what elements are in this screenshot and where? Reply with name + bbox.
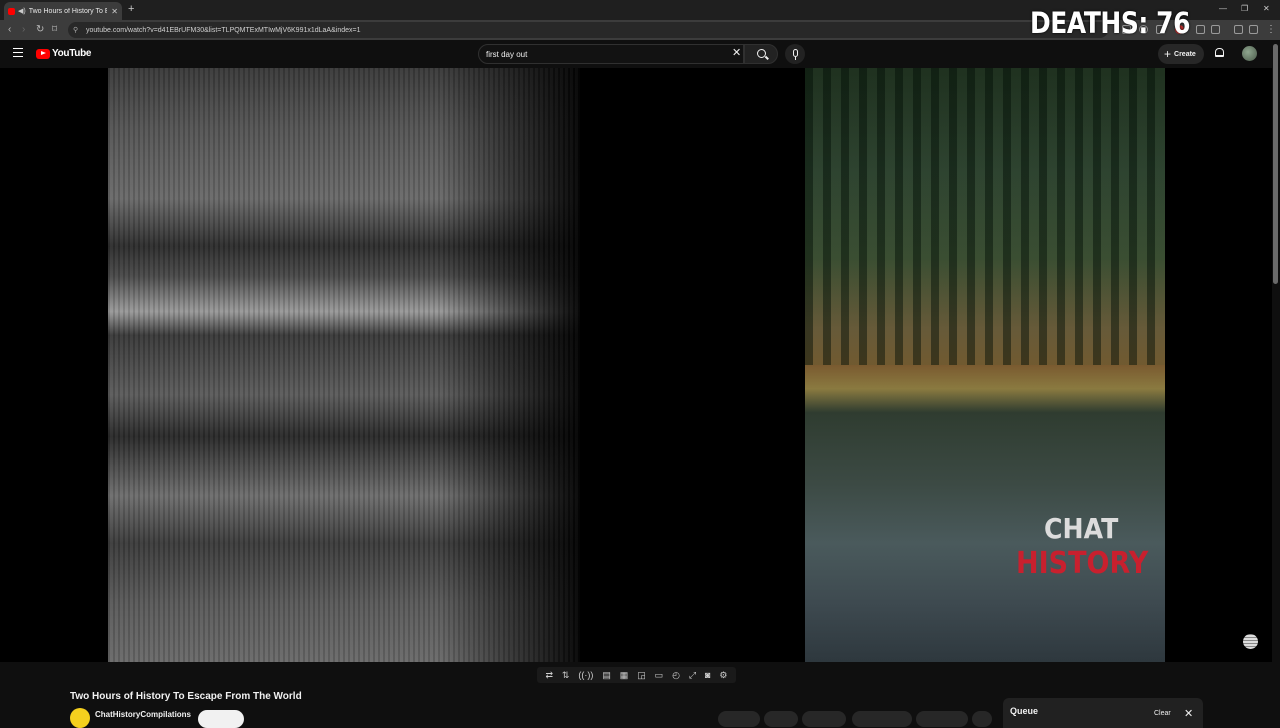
queue-panel: Queue Clear ✕ — [1003, 698, 1203, 728]
youtube-favicon-icon — [8, 7, 15, 15]
close-tab-icon[interactable]: ✕ — [111, 7, 118, 16]
search-input[interactable]: first day out — [478, 44, 744, 64]
sidebar-icon[interactable] — [1249, 25, 1258, 34]
camera-icon[interactable]: ◙ — [705, 670, 710, 680]
queue-clear-button[interactable]: Clear — [1154, 710, 1171, 717]
youtube-logo[interactable]: YouTube — [36, 48, 92, 59]
channel-name[interactable]: ChatHistoryCompilations — [95, 710, 191, 719]
plus-icon: + — [1164, 47, 1172, 61]
loop-icon[interactable]: ⇄ — [545, 670, 553, 680]
floating-extension-button[interactable] — [1243, 634, 1258, 649]
share-button[interactable] — [802, 711, 846, 727]
queue-title: Queue — [1010, 706, 1039, 716]
download-button[interactable] — [852, 711, 912, 727]
browser-tab[interactable]: ◀) Two Hours of History To Escape From T… — [4, 2, 122, 20]
notifications-bell-icon[interactable] — [1215, 48, 1224, 57]
speed-icon[interactable]: ⇅ — [562, 670, 570, 680]
new-tab-icon[interactable]: + — [128, 3, 134, 15]
deaths-counter-overlay: DEATHS: 76 — [1030, 6, 1191, 40]
picture-in-picture-icon[interactable]: ◲ — [637, 670, 646, 680]
create-button[interactable]: + Create — [1158, 44, 1204, 64]
restore-icon[interactable]: ❐ — [1241, 4, 1248, 13]
watermark-history: HISTORY — [1016, 546, 1149, 581]
create-label: Create — [1174, 50, 1196, 58]
audio-playing-icon[interactable]: ◀) — [18, 7, 26, 15]
address-bar[interactable]: ⚲ youtube.com/watch?v=d41EBrUFM30&list=T… — [68, 22, 1108, 38]
reload-icon[interactable]: ↻ — [36, 24, 44, 35]
address-url: youtube.com/watch?v=d41EBrUFM30&list=TLP… — [86, 26, 361, 34]
mini-player-icon[interactable]: ▭ — [655, 670, 664, 680]
watermark-chat: CHAT — [1044, 512, 1119, 545]
browser-menu-icon[interactable]: ⋮ — [1266, 24, 1276, 35]
search-icon — [757, 49, 766, 58]
extensions-icon[interactable] — [1196, 25, 1205, 34]
media-control-icon[interactable] — [1234, 25, 1243, 34]
clear-search-icon[interactable]: ✕ — [732, 48, 741, 59]
screenshot-extension-icon[interactable] — [1211, 25, 1220, 34]
search-button[interactable] — [744, 44, 778, 64]
like-button[interactable] — [718, 711, 760, 727]
cinema-icon[interactable]: ▤ — [602, 670, 611, 680]
forward-icon[interactable]: › — [22, 24, 25, 35]
bookmark-icon[interactable]: ⌑ — [52, 24, 57, 35]
video-title: Two Hours of History To Escape From The … — [70, 691, 302, 702]
close-window-icon[interactable]: ✕ — [1263, 4, 1270, 13]
video-frame-blurred-strip — [108, 68, 580, 662]
more-actions-button[interactable] — [972, 711, 992, 727]
back-icon[interactable]: ‹ — [8, 24, 11, 35]
voice-search-button[interactable] — [785, 44, 805, 64]
account-avatar[interactable] — [1242, 46, 1257, 61]
tab-title: Two Hours of History To Escape From The … — [28, 7, 108, 15]
expand-icon[interactable]: ⤢ — [689, 670, 696, 680]
page-scrollbar[interactable] — [1273, 44, 1278, 284]
youtube-play-icon — [36, 48, 50, 59]
queue-close-icon[interactable]: ✕ — [1184, 707, 1193, 720]
film-icon[interactable]: ▦ — [620, 670, 629, 680]
youtube-wordmark: YouTube — [52, 48, 92, 59]
minimize-icon[interactable]: — — [1219, 4, 1227, 13]
thanks-button[interactable] — [916, 711, 968, 727]
settings-gear-icon[interactable]: ⚙ — [719, 670, 727, 680]
microphone-stem — [794, 57, 796, 60]
microphone-icon — [792, 48, 798, 57]
menu-icon[interactable] — [13, 48, 23, 57]
youtube-masthead: YouTube first day out ✕ + Create — [0, 40, 1280, 68]
site-info-icon[interactable]: ⚲ — [73, 26, 78, 34]
channel-avatar[interactable] — [70, 708, 90, 728]
audio-boost-icon[interactable]: ((·)) — [578, 670, 593, 680]
player-extension-toolbar: ⇄ ⇅ ((·)) ▤ ▦ ◲ ▭ ◴ ⤢ ◙ ⚙ — [537, 667, 736, 683]
subscribe-button[interactable] — [198, 710, 244, 728]
comments-button[interactable] — [764, 711, 798, 727]
playback-speed-icon[interactable]: ◴ — [672, 670, 680, 680]
